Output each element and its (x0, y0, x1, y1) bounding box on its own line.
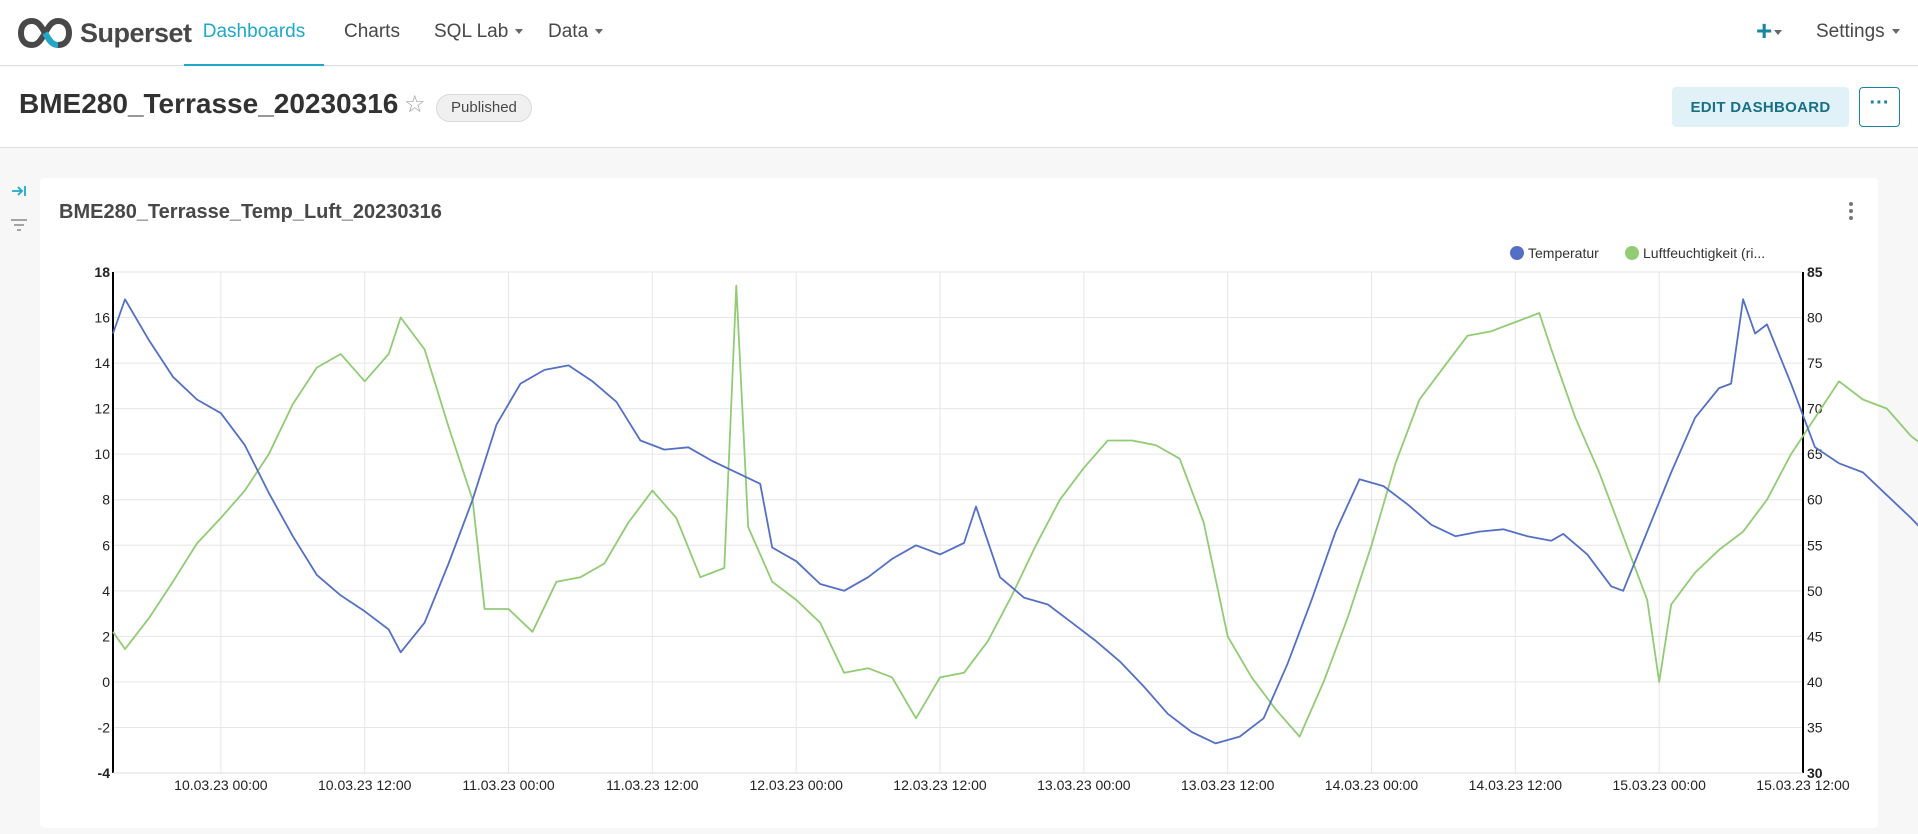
legend-dot-icon (1510, 246, 1524, 260)
nav-dashboards[interactable]: Dashboards (184, 0, 324, 66)
dashboard-title[interactable]: BME280_Terrasse_20230316 (19, 88, 398, 120)
chevron-down-icon (515, 29, 524, 35)
new-item-menu[interactable]: + (1756, 15, 1783, 46)
chart-menu-icon[interactable] (1846, 200, 1856, 224)
settings-menu[interactable]: Settings (1816, 0, 1900, 66)
top-navigation: Superset Dashboards Charts SQL Lab Data … (0, 0, 1918, 66)
nav-charts-label: Charts (344, 21, 400, 42)
nav-data[interactable]: Data (548, 0, 604, 66)
nav-sql-lab-label: SQL Lab (434, 21, 509, 42)
brand-name: Superset (80, 17, 192, 48)
chart-title[interactable]: BME280_Terrasse_Temp_Luft_20230316 (59, 201, 442, 224)
nav-sql-lab[interactable]: SQL Lab (434, 0, 524, 66)
legend-item-temperatur[interactable]: Temperatur (1510, 245, 1599, 261)
filter-icon[interactable] (10, 217, 28, 238)
legend-label: Luftfeuchtigkeit (ri... (1643, 245, 1766, 261)
dashboard-header: BME280_Terrasse_20230316 ☆ Published EDI… (0, 67, 1918, 148)
settings-label: Settings (1816, 21, 1885, 42)
nav-dashboards-label: Dashboards (202, 21, 306, 42)
status-badge[interactable]: Published (436, 94, 532, 122)
legend-label: Temperatur (1528, 245, 1599, 261)
legend-dot-icon (1625, 246, 1639, 260)
favorite-star-icon[interactable]: ☆ (404, 93, 426, 117)
plus-icon: + (1756, 15, 1773, 46)
nav-data-label: Data (548, 21, 589, 42)
chevron-down-icon (595, 29, 604, 35)
nav-charts[interactable]: Charts (344, 0, 400, 66)
chevron-down-icon (1891, 29, 1900, 35)
brand-logo-link[interactable]: Superset (18, 14, 192, 52)
more-options-button[interactable]: ··· (1859, 87, 1900, 127)
chart-card: BME280_Terrasse_Temp_Luft_20230316 (40, 178, 1878, 828)
edit-dashboard-button[interactable]: EDIT DASHBOARD (1672, 87, 1849, 127)
superset-logo-icon (18, 18, 72, 48)
chevron-down-icon (1774, 30, 1783, 36)
legend-item-luftfeuchtigkeit[interactable]: Luftfeuchtigkeit (ri... (1625, 245, 1765, 261)
expand-filters-icon[interactable] (10, 183, 28, 204)
